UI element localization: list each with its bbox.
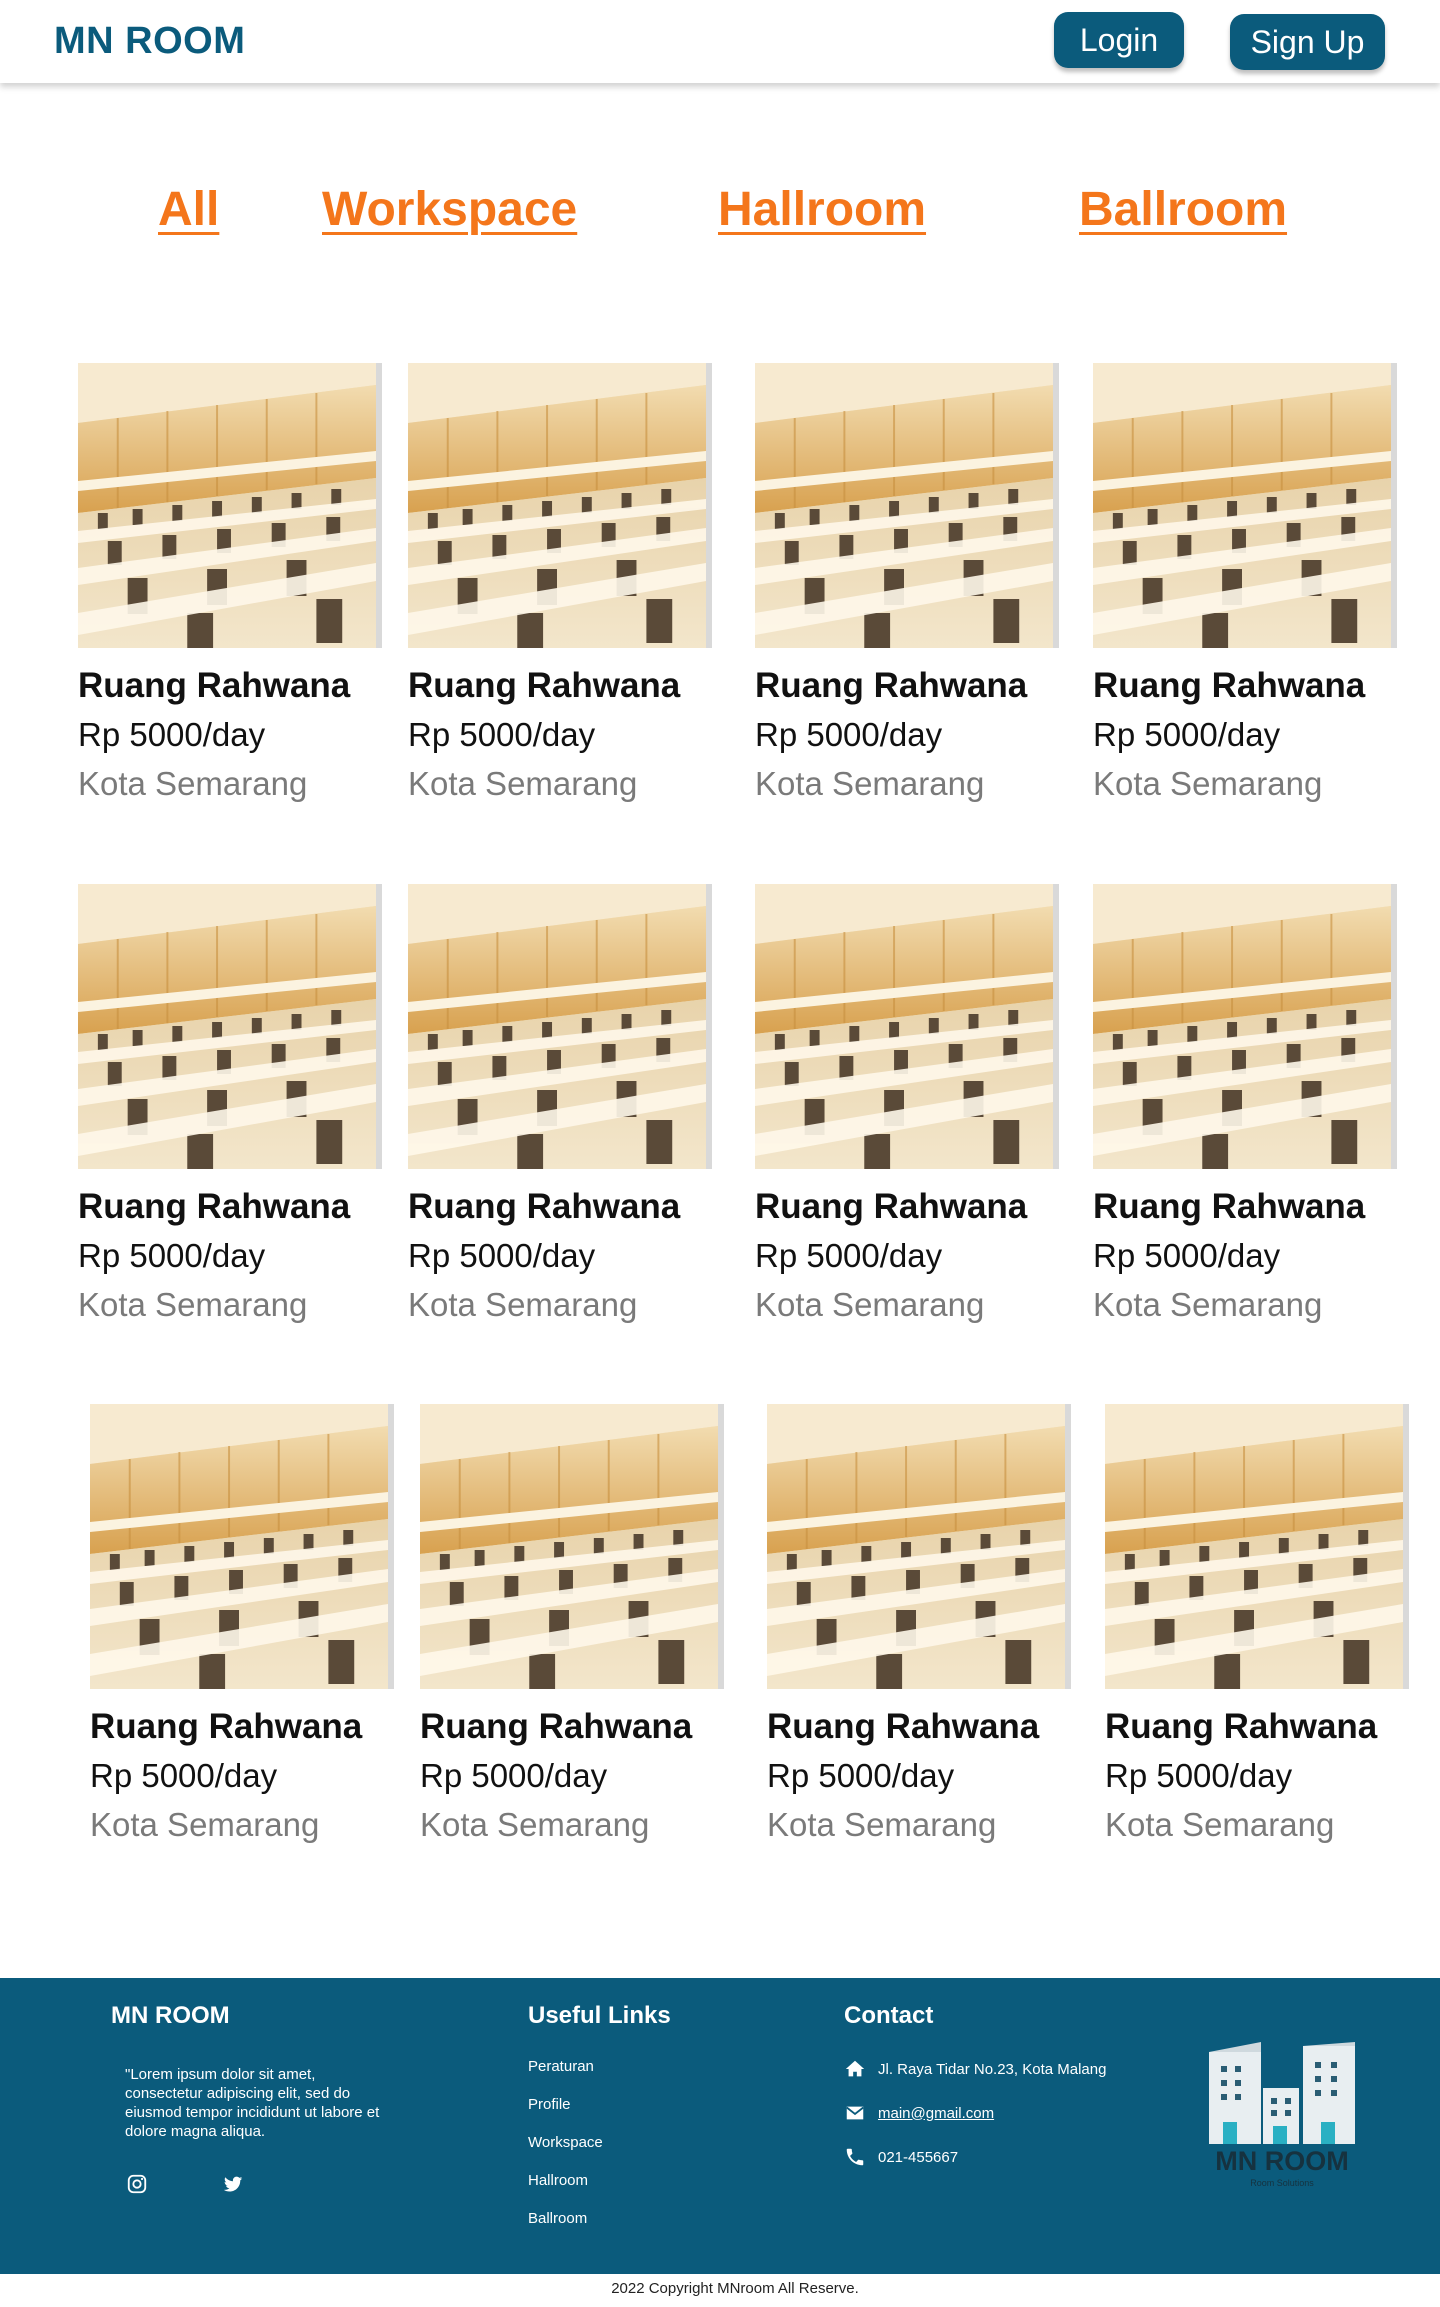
room-location: Kota Semarang [755, 1286, 985, 1323]
room-title[interactable]: Ruang Rahwana [78, 1187, 350, 1227]
room-title[interactable]: Ruang Rahwana [78, 666, 350, 706]
room-title[interactable]: Ruang Rahwana [408, 1187, 680, 1227]
mail-icon [844, 2102, 866, 2124]
room-photo[interactable] [1105, 1404, 1409, 1689]
tab-workspace[interactable]: Workspace [322, 182, 577, 237]
room-location: Kota Semarang [408, 1286, 638, 1323]
room-card[interactable]: Ruang Rahwana Rp 5000/day Kota Semarang [408, 363, 718, 823]
room-title[interactable]: Ruang Rahwana [1105, 1707, 1377, 1747]
room-photo[interactable] [767, 1404, 1071, 1689]
footer: MN ROOM "Lorem ipsum dolor sit amet, con… [0, 1978, 1440, 2274]
contact-phone: 021-455667 [844, 2146, 958, 2168]
room-photo[interactable] [408, 884, 712, 1169]
twitter-icon[interactable] [222, 2173, 246, 2197]
room-photo[interactable] [78, 884, 382, 1169]
top-navbar: MN ROOM Login Sign Up [0, 0, 1440, 83]
room-photo[interactable] [78, 363, 382, 648]
room-card[interactable]: Ruang Rahwana Rp 5000/day Kota Semarang [1093, 363, 1403, 823]
room-title[interactable]: Ruang Rahwana [1093, 1187, 1365, 1227]
footer-link-peraturan[interactable]: Peraturan [528, 2058, 594, 2075]
room-card[interactable]: Ruang Rahwana Rp 5000/day Kota Semarang [1093, 884, 1403, 1344]
room-card[interactable]: Ruang Rahwana Rp 5000/day Kota Semarang [755, 363, 1065, 823]
room-price: Rp 5000/day [1105, 1757, 1293, 1794]
room-location: Kota Semarang [90, 1806, 320, 1843]
room-photo[interactable] [755, 884, 1059, 1169]
home-icon [844, 2058, 866, 2080]
room-location: Kota Semarang [1093, 765, 1323, 802]
room-photo[interactable] [90, 1404, 394, 1689]
room-location: Kota Semarang [755, 765, 985, 802]
contact-address-text: Jl. Raya Tidar No.23, Kota Malang [878, 2060, 1107, 2078]
room-location: Kota Semarang [78, 765, 308, 802]
contact-heading: Contact [844, 2002, 934, 2029]
brand-logo-text[interactable]: MN ROOM [54, 20, 245, 63]
contact-phone-text: 021-455667 [878, 2148, 959, 2166]
room-title[interactable]: Ruang Rahwana [755, 1187, 1027, 1227]
room-photo[interactable] [1093, 363, 1397, 648]
footer-brand: MN ROOM [111, 2002, 230, 2029]
room-title[interactable]: Ruang Rahwana [90, 1707, 362, 1747]
room-price: Rp 5000/day [755, 716, 943, 753]
room-card[interactable]: Ruang Rahwana Rp 5000/day Kota Semarang [767, 1404, 1077, 1864]
tab-all[interactable]: All [158, 182, 219, 237]
room-price: Rp 5000/day [78, 716, 266, 753]
room-photo[interactable] [408, 363, 712, 648]
footer-link-workspace[interactable]: Workspace [528, 2134, 603, 2151]
room-price: Rp 5000/day [767, 1757, 955, 1794]
instagram-icon[interactable] [126, 2173, 150, 2197]
room-location: Kota Semarang [767, 1806, 997, 1843]
room-title[interactable]: Ruang Rahwana [767, 1707, 1039, 1747]
phone-icon [844, 2146, 866, 2168]
room-location: Kota Semarang [1105, 1806, 1335, 1843]
tab-ballroom[interactable]: Ballroom [1079, 182, 1287, 237]
room-location: Kota Semarang [420, 1806, 650, 1843]
room-price: Rp 5000/day [420, 1757, 608, 1794]
signup-button[interactable]: Sign Up [1230, 14, 1385, 70]
room-price: Rp 5000/day [1093, 1237, 1281, 1274]
room-card[interactable]: Ruang Rahwana Rp 5000/day Kota Semarang [90, 1404, 400, 1864]
login-button[interactable]: Login [1054, 12, 1184, 68]
room-price: Rp 5000/day [78, 1237, 266, 1274]
footer-logo-title: MN ROOM [1215, 2146, 1349, 2176]
room-location: Kota Semarang [78, 1286, 308, 1323]
room-card[interactable]: Ruang Rahwana Rp 5000/day Kota Semarang [420, 1404, 730, 1864]
room-card[interactable]: Ruang Rahwana Rp 5000/day Kota Semarang [755, 884, 1065, 1344]
tab-hallroom[interactable]: Hallroom [718, 182, 926, 237]
room-price: Rp 5000/day [755, 1237, 943, 1274]
room-card[interactable]: Ruang Rahwana Rp 5000/day Kota Semarang [78, 363, 388, 823]
contact-email-link[interactable]: main@gmail.com [878, 2105, 994, 2122]
useful-links-heading: Useful Links [528, 2002, 671, 2029]
room-location: Kota Semarang [1093, 1286, 1323, 1323]
room-photo[interactable] [1093, 884, 1397, 1169]
room-price: Rp 5000/day [1093, 716, 1281, 753]
footer-link-hallroom[interactable]: Hallroom [528, 2172, 588, 2189]
footer-logo-subtitle: Room Solutions [1250, 2178, 1314, 2188]
room-location: Kota Semarang [408, 765, 638, 802]
footer-link-profile[interactable]: Profile [528, 2096, 571, 2113]
contact-email: main@gmail.com [844, 2102, 994, 2124]
room-title[interactable]: Ruang Rahwana [420, 1707, 692, 1747]
room-price: Rp 5000/day [408, 1237, 596, 1274]
room-price: Rp 5000/day [90, 1757, 278, 1794]
room-card[interactable]: Ruang Rahwana Rp 5000/day Kota Semarang [78, 884, 388, 1344]
room-photo[interactable] [420, 1404, 724, 1689]
room-card[interactable]: Ruang Rahwana Rp 5000/day Kota Semarang [1105, 1404, 1415, 1864]
footer-description: "Lorem ipsum dolor sit amet, consectetur… [125, 2066, 380, 2140]
room-title[interactable]: Ruang Rahwana [1093, 666, 1365, 706]
contact-address: Jl. Raya Tidar No.23, Kota Malang [844, 2058, 1106, 2080]
room-title[interactable]: Ruang Rahwana [408, 666, 680, 706]
room-price: Rp 5000/day [408, 716, 596, 753]
room-title[interactable]: Ruang Rahwana [755, 666, 1027, 706]
footer-link-ballroom[interactable]: Ballroom [528, 2210, 587, 2227]
room-photo[interactable] [755, 363, 1059, 648]
room-card[interactable]: Ruang Rahwana Rp 5000/day Kota Semarang [408, 884, 718, 1344]
copyright-text: 2022 Copyright MNroom All Reserve. [611, 2280, 859, 2297]
